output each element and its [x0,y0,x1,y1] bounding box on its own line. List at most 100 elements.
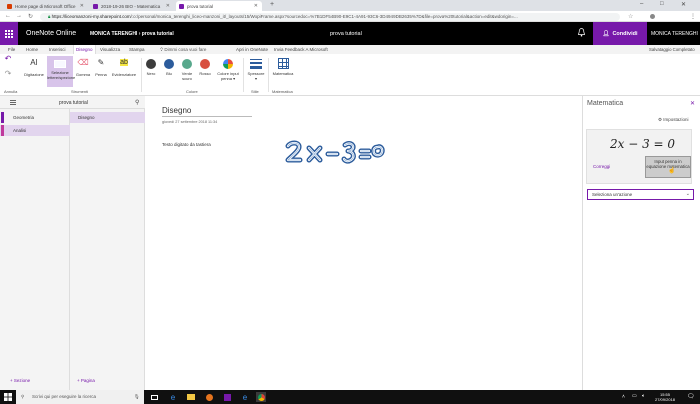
tab-insert[interactable]: Inserisci [47,45,68,54]
browser-tab[interactable]: Home page di Microsoft Office ✕ [4,1,88,11]
file-explorer-icon[interactable] [186,392,196,402]
tab-home[interactable]: Home [24,45,40,54]
taskbar-clock[interactable]: 15:55 27/09/2018 [655,392,675,402]
section-item-geometria[interactable]: Geometria [0,112,70,123]
page-item-disegno[interactable]: Disegno [70,112,145,123]
volume-icon[interactable]: 🔈︎ [642,393,645,399]
network-icon[interactable]: ▭ [632,393,637,399]
minimize-button[interactable]: – [640,1,643,7]
url-path: /:o:/personal/monica_terenghi_liceo-manz… [130,14,518,19]
notifications-icon[interactable]: 🗨︎ [687,393,695,400]
tell-me-search[interactable]: 💡︎ Dimmi cosa vuoi fare [160,45,206,54]
redo-icon: ↷ [4,69,12,78]
forward-arrow-icon[interactable]: → [16,13,22,19]
title-underline [162,116,252,117]
group-label-color: Colore [186,89,198,94]
search-icon: ⚲ [21,394,25,399]
edge-icon[interactable]: e [168,392,178,402]
hamburger-menu-icon[interactable] [10,100,16,106]
reload-icon[interactable]: ↻ [28,13,33,20]
windows-taskbar: ⚲ Scrivi qui per eseguire la ricerca 🎙︎ … [0,390,700,404]
ink-colors-button[interactable]: Colore input penna ▾ [215,56,241,81]
onenote-icon[interactable] [222,392,232,402]
highlighter-button[interactable]: ab Evidenziatore [110,56,138,77]
action-select-dropdown[interactable]: Seleziona un'azione ⌄ [587,189,694,200]
typing-button[interactable]: Aǀ Digitazione [22,56,46,77]
math-button[interactable]: Matematica [270,56,296,76]
section-color-bar [1,125,4,136]
close-icon[interactable]: ✕ [690,100,695,107]
close-window-button[interactable]: ✕ [681,1,686,8]
menu-kebab-icon[interactable]: ⋮ [690,13,696,20]
ribbon: ↶ ↷ Aǀ Digitazione Selezione lettere/spe… [0,54,700,96]
windows-start-icon[interactable] [4,393,12,401]
taskbar-search-input[interactable]: ⚲ Scrivi qui per eseguire la ricerca 🎙︎ [16,390,144,404]
share-button[interactable]: 👤︎ Condividi [593,22,647,45]
notebook-header: prova tutorial ⚲ [0,96,145,109]
send-feedback-link[interactable]: Invia Feedback A Microsoft [274,45,328,54]
redo-button[interactable]: ↷ [3,69,13,78]
browser-tab-strip: Home page di Microsoft Office ✕ 2018-19-… [0,0,700,11]
section-color-bar [1,112,4,123]
notification-bell-icon[interactable] [578,28,585,37]
color-black-button[interactable]: Nero [143,56,159,76]
ink-to-math-button[interactable]: Input penna in equazione matematica ☝ [645,156,691,178]
browser-tab[interactable]: 2018-19-26 BIO - Matematica ✕ [90,1,174,11]
typed-text[interactable]: Testo digitato da tastiera [162,142,211,147]
correct-link[interactable]: Correggi [593,164,610,169]
account-name[interactable]: MONICA TERENGHI [651,31,698,37]
document-title: prova tutorial [330,30,362,37]
group-label-undo: Annulla [4,89,18,94]
add-page-button[interactable]: + Pagina [77,378,95,383]
tab-draw[interactable]: Disegno [73,45,96,54]
math-pane-title: Matematica [587,100,624,107]
tab-label: prova tutorial [187,3,214,9]
browser-tab-active[interactable]: prova tutorial ✕ [176,1,262,11]
back-arrow-icon[interactable]: ← [5,13,11,19]
star-icon[interactable]: ☆ [628,13,633,20]
close-icon[interactable]: ✕ [80,3,84,9]
close-icon[interactable]: ✕ [254,3,258,9]
maximize-button[interactable]: □ [660,1,664,7]
search-icon[interactable]: ⚲ [135,99,139,106]
color-green-button[interactable]: Verde scuro [179,56,195,81]
url-field[interactable]: 🔒︎ https://liceomanzoni-my.sharepoint.co… [40,13,620,21]
thickness-button[interactable]: Spessore ▾ [246,56,266,81]
ink-equation-drawing[interactable] [283,139,388,165]
hand-cursor-icon: ☝ [668,168,676,174]
firefox-icon[interactable] [204,392,214,402]
new-tab-button[interactable]: + [270,1,274,8]
microphone-icon: 🎙︎ [134,394,140,399]
sections-pane [0,96,70,390]
url-host: https://liceomanzoni-my.sharepoint.com [51,14,131,19]
person-add-icon: 👤︎ [602,30,610,37]
tab-print[interactable]: Stampa [127,45,147,54]
app-launcher-icon[interactable] [0,22,18,45]
page-title[interactable]: Disegno [162,106,191,115]
group-label-math: Matematica [272,89,293,94]
chrome-icon[interactable] [256,392,266,402]
undo-button[interactable]: ↶ [3,55,13,63]
open-in-onenote-link[interactable]: Apri in OneNote [236,45,268,54]
tab-view[interactable]: Visualizza [98,45,122,54]
tray-up-arrow-icon[interactable]: ˄ [622,394,625,400]
eraser-icon: ⌫ [77,58,89,67]
eraser-button[interactable]: ⌫ Gomma [74,56,92,77]
color-blue-button[interactable]: Blu [161,56,177,76]
task-view-icon[interactable] [149,392,159,402]
close-icon[interactable]: ✕ [166,3,170,9]
add-section-button[interactable]: + Sezione [10,378,30,383]
breadcrumb[interactable]: MONICA TERENGHI › prova tutorial [90,31,174,37]
lasso-select-button[interactable]: Selezione lettere/spezione [47,56,75,87]
app-name[interactable]: OneNote Online [26,30,76,37]
edge-icon[interactable]: e [240,392,250,402]
notebook-name[interactable]: prova tutorial [59,100,88,106]
color-red-button[interactable]: Rosso [197,56,213,76]
math-settings-link[interactable]: ⚙ Impostazioni [658,117,689,123]
profile-icon[interactable] [650,14,655,19]
color-swatch [164,59,174,69]
tab-file[interactable]: File [6,45,17,54]
section-item-analisi[interactable]: Analisi [0,125,70,136]
onenote-favicon-icon [93,3,98,9]
pen-button[interactable]: ✎ Penna [93,56,109,77]
